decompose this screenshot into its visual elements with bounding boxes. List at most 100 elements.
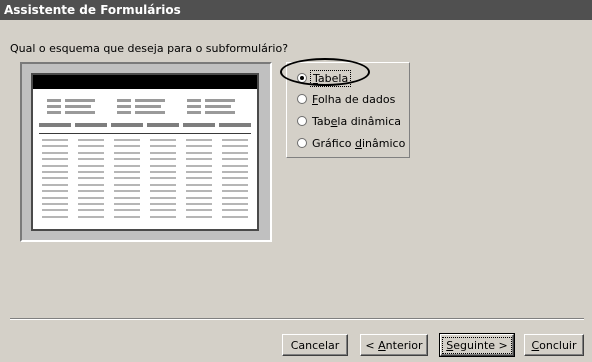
preview-cell <box>222 139 248 141</box>
preview-cell <box>186 190 212 192</box>
preview-cell <box>150 152 176 154</box>
preview-cell <box>114 203 140 205</box>
option-tabela[interactable]: Tabela <box>287 69 352 87</box>
preview-cell <box>42 209 68 211</box>
preview-cell <box>42 139 68 141</box>
preview-cell <box>42 184 68 186</box>
preview-cell <box>114 152 140 154</box>
preview-cell <box>222 145 248 147</box>
preview-column-header <box>111 123 143 127</box>
preview-cell <box>150 171 176 173</box>
option-tabela-dinamica[interactable]: Tabela dinâmica <box>287 112 401 130</box>
preview-cell <box>42 190 68 192</box>
preview-cell <box>114 165 140 167</box>
preview-field-value <box>65 99 95 102</box>
preview-cell <box>222 190 248 192</box>
title-bar[interactable]: Assistente de Formulários <box>0 0 592 20</box>
preview-field-label <box>47 99 61 102</box>
preview-table-illustration <box>31 73 259 231</box>
preview-cell <box>222 184 248 186</box>
preview-cell <box>42 177 68 179</box>
layout-preview <box>20 62 272 242</box>
preview-field-label <box>187 99 201 102</box>
cancel-button[interactable]: Cancelar <box>282 334 348 356</box>
radio-tabela[interactable] <box>297 73 307 83</box>
preview-cell <box>42 145 68 147</box>
preview-cell <box>186 203 212 205</box>
preview-cell <box>150 177 176 179</box>
radio-grafico-dinamico[interactable] <box>297 138 307 148</box>
preview-cell <box>42 197 68 199</box>
preview-column-header <box>147 123 179 127</box>
preview-cell <box>222 152 248 154</box>
preview-cell <box>222 177 248 179</box>
option-folha-de-dados[interactable]: Folha de dados <box>287 90 395 108</box>
preview-field-value <box>135 99 165 102</box>
radio-tabela-dinamica[interactable] <box>297 116 307 126</box>
preview-separator <box>39 133 251 134</box>
preview-cell <box>222 165 248 167</box>
preview-field-label <box>117 99 131 102</box>
option-tabela-dinamica-label: Tabela dinâmica <box>312 114 402 128</box>
next-button[interactable]: Seguinte > <box>439 333 515 357</box>
preview-cell <box>186 209 212 211</box>
preview-cell <box>186 177 212 179</box>
preview-cell <box>42 158 68 160</box>
preview-field-label <box>47 105 61 108</box>
preview-cell <box>186 158 212 160</box>
preview-cell <box>78 145 104 147</box>
preview-column-header <box>183 123 215 127</box>
finish-button[interactable]: Concluir <box>524 334 584 356</box>
preview-cell <box>78 209 104 211</box>
option-folha-de-dados-label: Folha de dados <box>312 92 396 106</box>
preview-cell <box>114 197 140 199</box>
divider-highlight <box>10 319 584 320</box>
preview-cell <box>78 139 104 141</box>
preview-cell <box>186 184 212 186</box>
preview-cell <box>114 209 140 211</box>
preview-column-header <box>39 123 71 127</box>
preview-cell <box>78 190 104 192</box>
preview-cell <box>78 203 104 205</box>
preview-cell <box>114 216 140 218</box>
preview-cell <box>186 216 212 218</box>
preview-cell <box>114 184 140 186</box>
preview-cell <box>222 197 248 199</box>
preview-cell <box>150 209 176 211</box>
preview-cell <box>186 152 212 154</box>
option-grafico-dinamico[interactable]: Gráfico dinâmico <box>287 134 405 152</box>
preview-cell <box>78 165 104 167</box>
preview-cell <box>150 197 176 199</box>
preview-cell <box>222 171 248 173</box>
preview-cell <box>42 165 68 167</box>
preview-field-value <box>205 105 231 108</box>
preview-cell <box>186 165 212 167</box>
radio-folha-de-dados[interactable] <box>297 94 307 104</box>
preview-cell <box>114 158 140 160</box>
preview-cell <box>42 203 68 205</box>
preview-cell <box>114 139 140 141</box>
preview-cell <box>114 190 140 192</box>
preview-field-label <box>187 105 201 108</box>
preview-cell <box>114 171 140 173</box>
window-title: Assistente de Formulários <box>4 3 181 17</box>
preview-column-header <box>75 123 107 127</box>
preview-cell <box>78 216 104 218</box>
preview-cell <box>114 177 140 179</box>
preview-cell <box>42 171 68 173</box>
preview-cell <box>78 152 104 154</box>
question-label: Qual o esquema que deseja para o subform… <box>10 42 289 55</box>
preview-cell <box>150 184 176 186</box>
preview-field-label <box>117 105 131 108</box>
preview-cell <box>78 171 104 173</box>
preview-field-label <box>117 111 131 114</box>
preview-cell <box>222 209 248 211</box>
preview-cell <box>222 216 248 218</box>
preview-cell <box>150 145 176 147</box>
back-button[interactable]: < Anterior <box>360 334 428 356</box>
preview-cell <box>186 171 212 173</box>
layout-options-group: Tabela Folha de dados Tabela dinâmica Gr… <box>286 62 410 158</box>
option-tabela-label: Tabela <box>309 69 352 87</box>
preview-field-value <box>205 99 235 102</box>
preview-cell <box>186 139 212 141</box>
